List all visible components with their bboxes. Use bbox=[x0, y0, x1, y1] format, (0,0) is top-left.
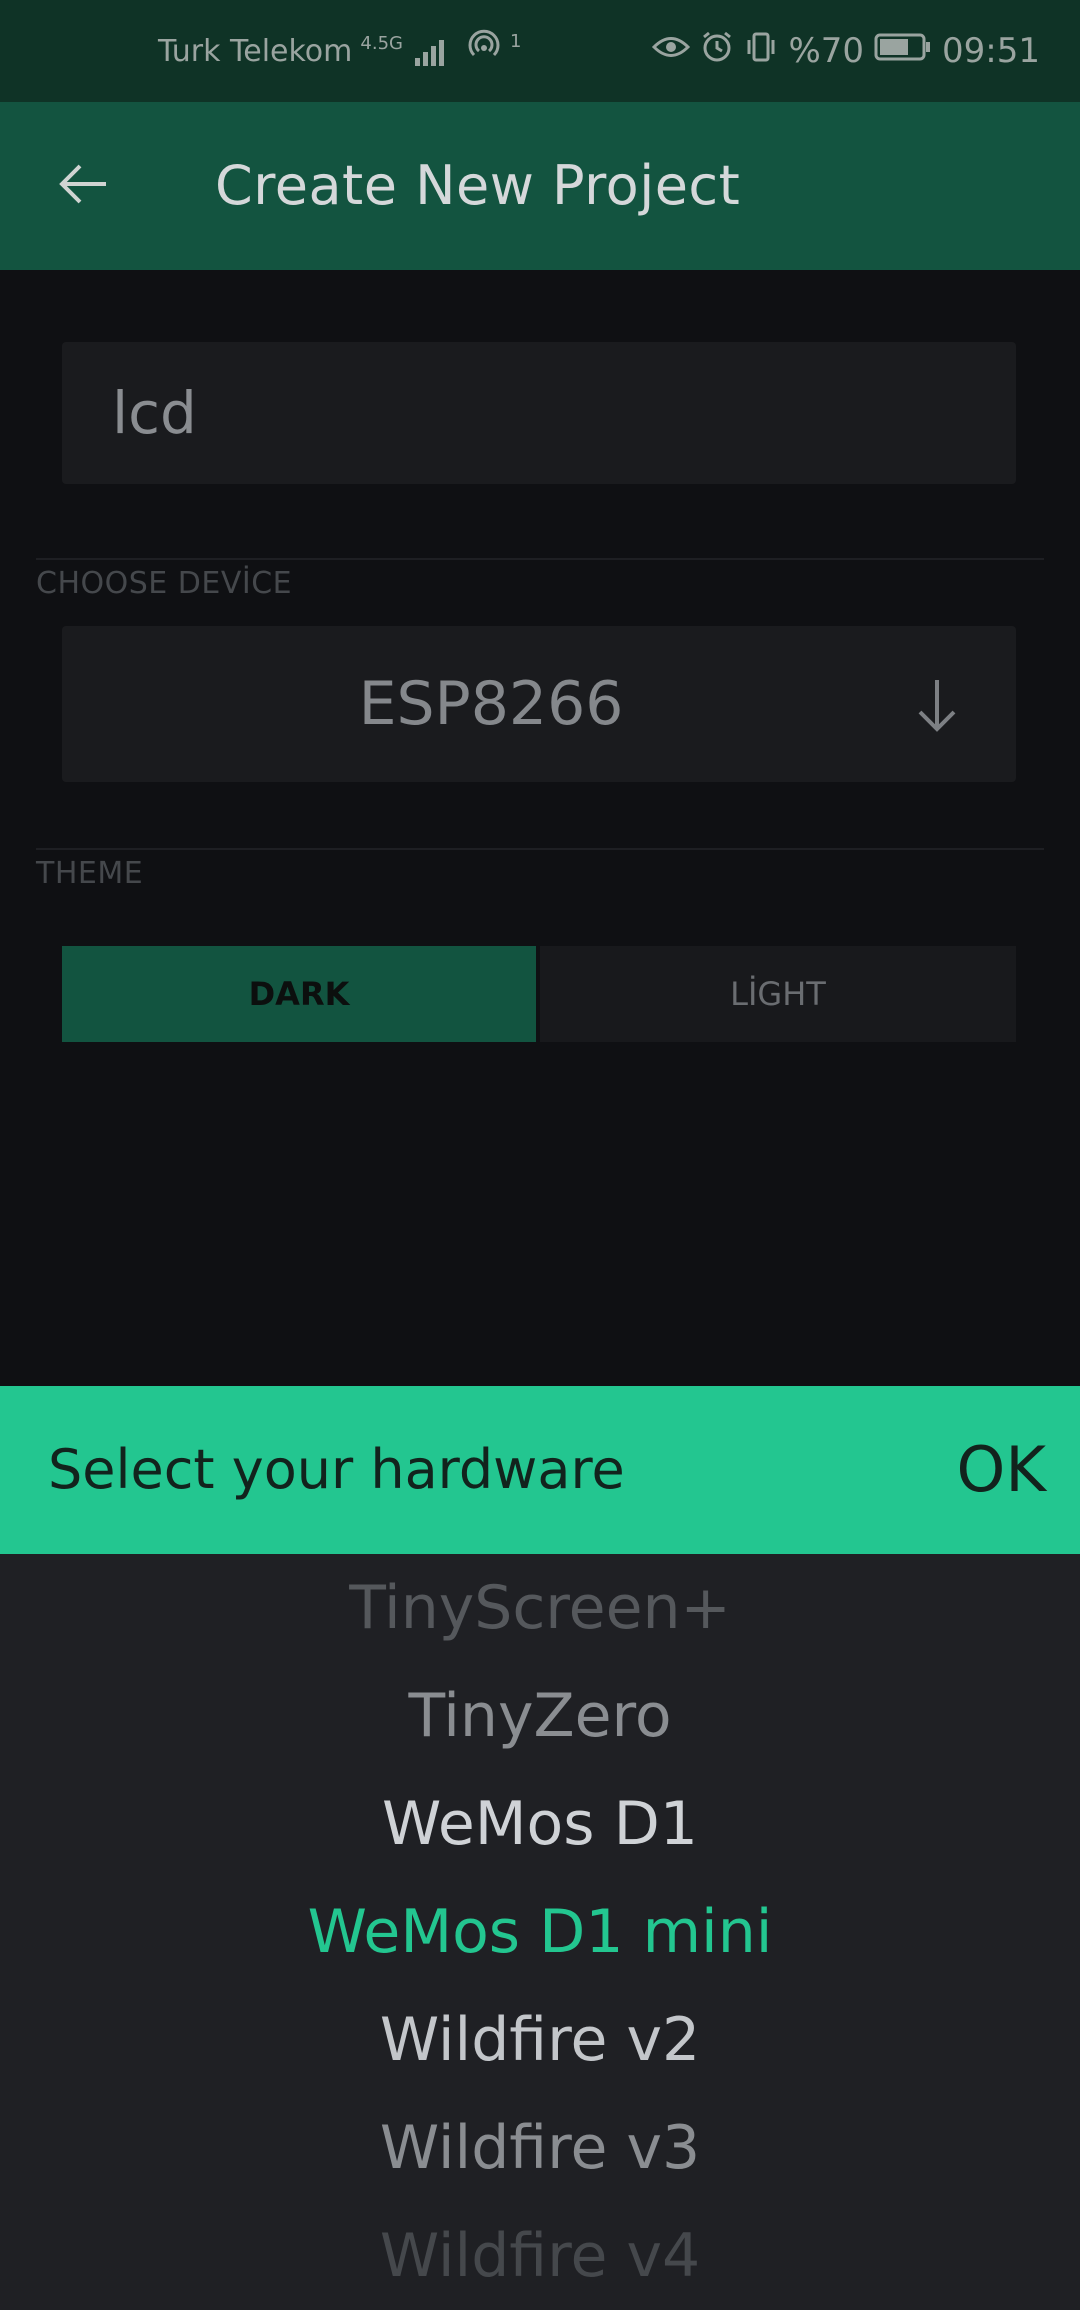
divider bbox=[36, 558, 1044, 560]
picker-item-selected[interactable]: WeMos D1 mini bbox=[0, 1878, 1080, 1986]
vibrate-icon bbox=[744, 30, 778, 73]
alarm-icon bbox=[700, 30, 734, 73]
picker-header: Select your hardware OK bbox=[0, 1386, 1080, 1554]
theme-dark-button[interactable]: DARK bbox=[62, 946, 536, 1042]
picker-item[interactable]: Wildfire v4 bbox=[0, 2202, 1080, 2310]
choose-device-label: CHOOSE DEVİCE bbox=[36, 566, 293, 601]
picker-item[interactable]: TinyScreen+ bbox=[0, 1554, 1080, 1662]
eye-icon bbox=[652, 31, 691, 71]
hotspot-count: 1 bbox=[509, 30, 522, 52]
arrow-left-icon bbox=[58, 162, 110, 210]
back-button[interactable] bbox=[52, 154, 116, 218]
theme-toggle: DARK LİGHT bbox=[62, 946, 1016, 1042]
ok-button[interactable]: OK bbox=[957, 1386, 1046, 1554]
project-name-input[interactable]: lcd bbox=[62, 342, 1016, 484]
picker-item[interactable]: TinyZero bbox=[0, 1662, 1080, 1770]
divider bbox=[36, 848, 1044, 850]
clock: 09:51 bbox=[942, 31, 1040, 71]
picker-item[interactable]: Wildfire v3 bbox=[0, 2094, 1080, 2202]
status-bar: Turk Telekom 4.5G 1 %70 09:51 bbox=[0, 0, 1080, 102]
hotspot-icon bbox=[466, 29, 502, 73]
picker-item[interactable]: Wildfire v2 bbox=[0, 1986, 1080, 2094]
picker-title: Select your hardware bbox=[48, 1438, 625, 1501]
app-bar: Create New Project bbox=[0, 102, 1080, 270]
signal-icon bbox=[414, 36, 444, 66]
form-content: lcd CHOOSE DEVİCE ESP8266 THEME DARK LİG… bbox=[0, 270, 1080, 1386]
network-type: 4.5G bbox=[360, 32, 403, 54]
arrow-down-icon bbox=[902, 670, 972, 740]
device-select[interactable]: ESP8266 bbox=[62, 626, 1016, 782]
status-left: Turk Telekom 4.5G 1 bbox=[158, 0, 521, 102]
carrier-name: Turk Telekom bbox=[158, 33, 353, 69]
status-right: %70 09:51 bbox=[652, 0, 1040, 102]
battery-icon bbox=[874, 31, 932, 71]
theme-label: THEME bbox=[36, 856, 144, 891]
device-select-value: ESP8266 bbox=[358, 669, 624, 739]
picker-item[interactable]: WeMos D1 bbox=[0, 1770, 1080, 1878]
page-title: Create New Project bbox=[215, 154, 741, 217]
theme-light-button[interactable]: LİGHT bbox=[540, 946, 1016, 1042]
battery-percent: %70 bbox=[788, 31, 865, 71]
hardware-picker-list[interactable]: TinyScreen+ TinyZero WeMos D1 WeMos D1 m… bbox=[0, 1554, 1080, 2310]
